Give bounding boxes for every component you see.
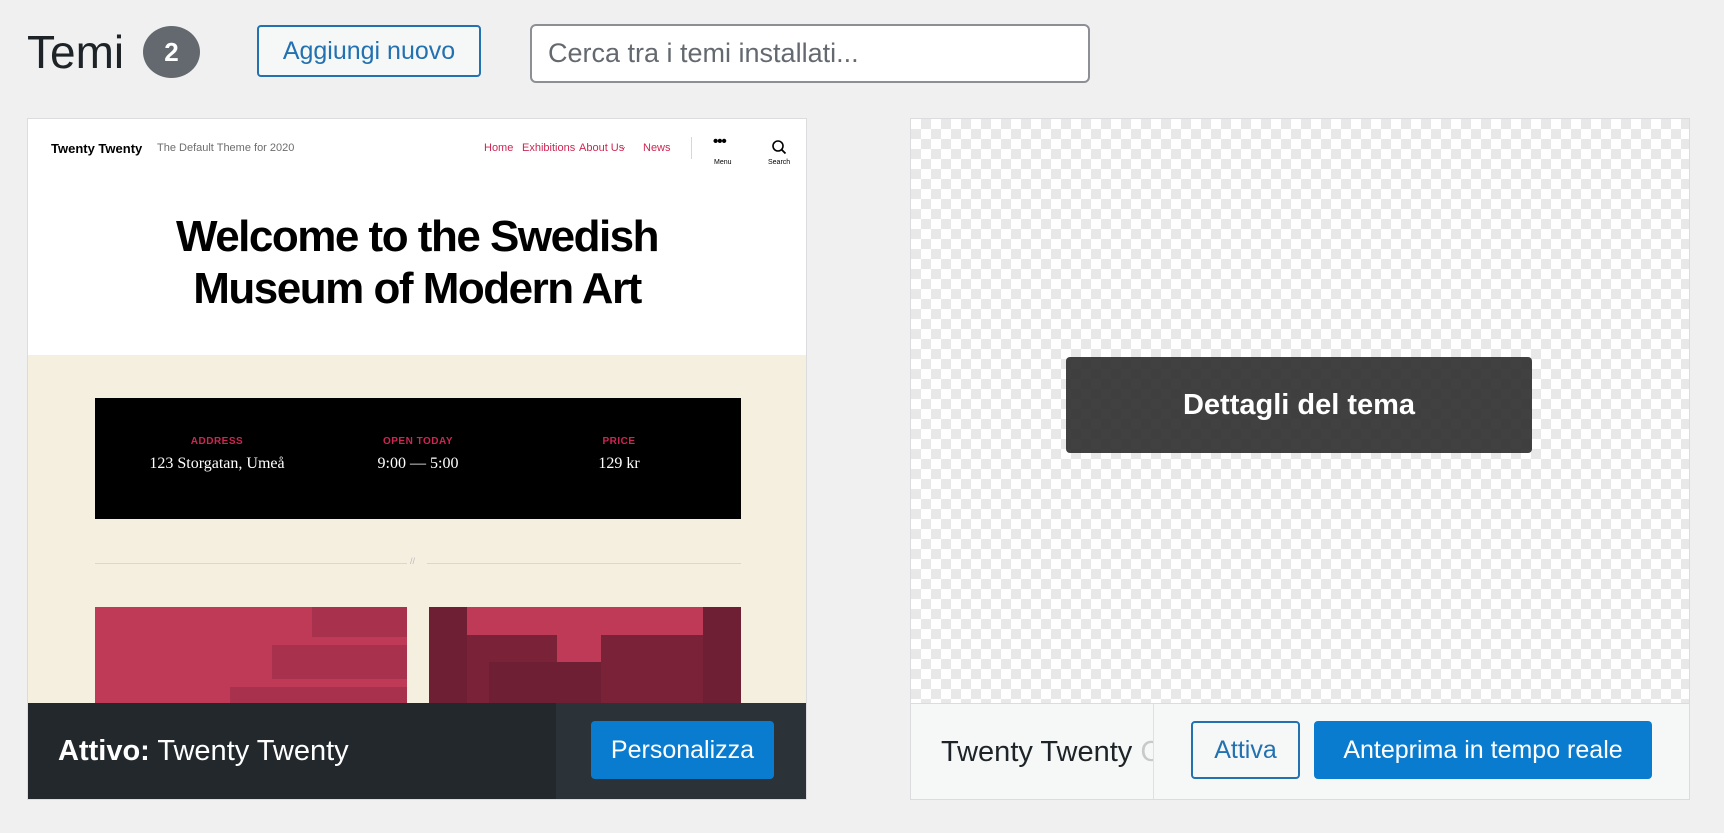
theme-screenshot[interactable]: Twenty Twenty The Default Theme for 2020… bbox=[28, 119, 806, 703]
active-theme-name: Twenty Twenty bbox=[157, 735, 349, 767]
theme-name: Twenty Twenty Ch bbox=[941, 736, 1177, 769]
search-icon bbox=[772, 140, 787, 155]
screenshot-nav-separator bbox=[691, 137, 692, 159]
screenshot-nav-home: Home bbox=[484, 142, 514, 154]
info-value: 129 kr bbox=[598, 455, 640, 472]
customize-button[interactable]: Personalizza bbox=[591, 721, 774, 779]
screenshot-nav-about-us: About Us bbox=[579, 142, 625, 154]
screenshot-search-label: Search bbox=[768, 159, 791, 166]
page-title: Temi bbox=[27, 26, 125, 78]
info-open-today: OPEN TODAY 9:00 — 5:00 bbox=[318, 436, 518, 473]
screenshot-nav-news: News bbox=[643, 142, 671, 154]
screenshot-artwork-left bbox=[95, 607, 407, 703]
screenshot-artwork-right bbox=[429, 607, 741, 703]
info-label: PRICE bbox=[602, 436, 636, 447]
screenshot-divider-right bbox=[427, 563, 741, 564]
theme-card-twenty-twenty[interactable]: Twenty Twenty The Default Theme for 2020… bbox=[27, 118, 807, 800]
activate-button[interactable]: Attiva bbox=[1191, 721, 1300, 779]
info-value: 9:00 — 5:00 bbox=[377, 455, 459, 472]
info-address: ADDRESS 123 Storgatan, Umeå bbox=[117, 436, 317, 473]
info-price: PRICE 129 kr bbox=[519, 436, 719, 473]
screenshot-site-title: Twenty Twenty bbox=[51, 141, 143, 156]
search-themes-input[interactable] bbox=[530, 24, 1090, 83]
theme-card-twenty-twenty-child[interactable]: Dettagli del tema Twenty Twenty Ch Attiv… bbox=[910, 118, 1690, 800]
theme-count-badge: 2 bbox=[143, 26, 200, 78]
info-label: OPEN TODAY bbox=[382, 436, 454, 447]
screenshot-divider-left bbox=[95, 563, 407, 564]
more-dots-icon: ••• bbox=[713, 133, 727, 150]
screenshot-info-box: ADDRESS 123 Storgatan, Umeå OPEN TODAY 9… bbox=[95, 398, 741, 519]
screenshot-site-description: The Default Theme for 2020 bbox=[157, 142, 295, 154]
live-preview-button[interactable]: Anteprima in tempo reale bbox=[1314, 721, 1652, 779]
active-theme-label: Attivo: Twenty Twenty bbox=[58, 735, 349, 768]
active-prefix: Attivo: bbox=[58, 735, 150, 767]
screenshot-divider-mark: // bbox=[410, 556, 416, 566]
page-header: Temi 2 Aggiungi nuovo bbox=[0, 0, 1724, 110]
add-new-theme-button[interactable]: Aggiungi nuovo bbox=[257, 25, 481, 77]
info-label: ADDRESS bbox=[190, 436, 244, 447]
hero-line-1: Welcome to the Swedish bbox=[175, 212, 660, 261]
screenshot-nav-exhibitions: Exhibitions bbox=[522, 142, 576, 154]
screenshot-site-header: Twenty Twenty The Default Theme for 2020… bbox=[28, 119, 806, 179]
info-value: 123 Storgatan, Umeå bbox=[149, 455, 285, 472]
theme-details-button[interactable]: Dettagli del tema bbox=[1066, 357, 1532, 453]
chevron-down-icon: ⌄ bbox=[620, 142, 627, 151]
screenshot-hero-title: Welcome to the Swedish Museum of Modern … bbox=[28, 211, 806, 315]
hero-line-2: Museum of Modern Art bbox=[193, 264, 642, 313]
screenshot-menu-label: Menu bbox=[714, 159, 732, 166]
theme-name-visible: Twenty Twenty bbox=[941, 736, 1133, 768]
